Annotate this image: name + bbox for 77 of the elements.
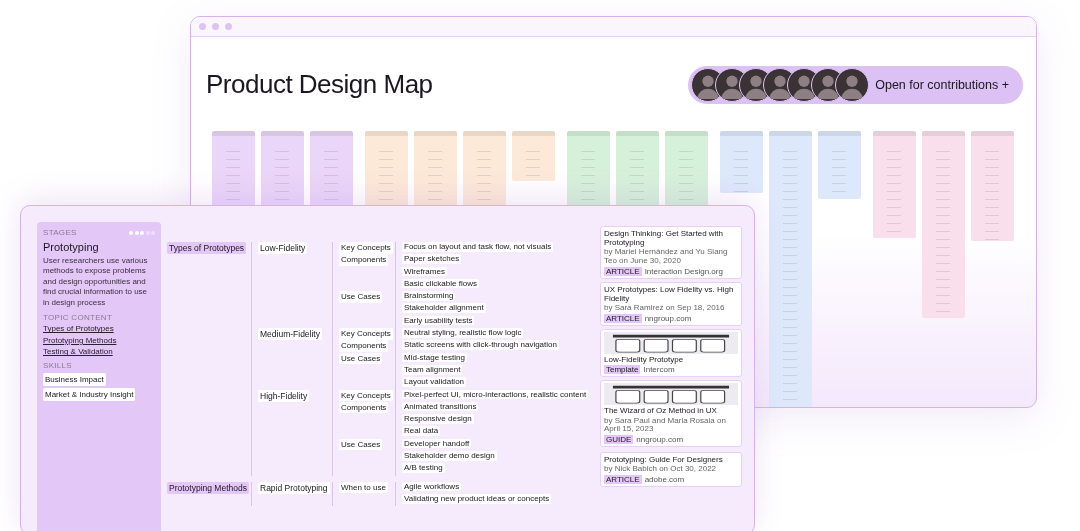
leaf-node: Responsive design: [402, 414, 474, 424]
resource-card[interactable]: Low-Fidelity Prototype Template Intercom: [600, 329, 742, 378]
resource-source: Intercom: [643, 365, 675, 375]
resource-tag: GUIDE: [604, 435, 634, 445]
card-description: User researchers use various methods to expose problems and design opportunities and find crucial information to use in design process: [43, 256, 149, 308]
resource-source: nngroup.com: [644, 314, 692, 324]
leaf-node: Stakeholder alignment: [402, 303, 486, 314]
leaf-node: A/B testing: [402, 463, 445, 473]
mindmap-node: Types of Prototypes: [167, 242, 247, 255]
mindmap-node: High-Fidelity: [258, 389, 310, 402]
resource-tag: Template: [604, 365, 641, 375]
section-label: TOPIC CONTENT: [43, 312, 114, 322]
mindmap-node: Components: [339, 340, 389, 352]
resource-title: UX Prototypes: Low Fidelity vs. High Fidelity: [604, 284, 735, 304]
resource-card[interactable]: UX Prototypes: Low Fidelity vs. High Fidelity by Sara Ramirez on Sep 18, 2016 ARTICLE nngroup.com: [600, 281, 742, 327]
leaf-node: Validating new product ideas or concepts: [402, 493, 552, 504]
resource-card[interactable]: The Wizard of Oz Method in UX by Sara Paul and Maria Rosala on April 15, 2023 GUIDE nngroup.com: [600, 380, 742, 448]
mindmap-node: Medium-Fidelity: [258, 328, 322, 341]
leaf-node: Brainstorming: [402, 291, 456, 301]
resource-byline: by Nick Babich on Oct 30, 2022: [604, 465, 718, 475]
mindmap-node: Components: [339, 254, 389, 266]
contributions-button[interactable]: Open for contributions +: [688, 65, 1023, 104]
topic-link[interactable]: Prototyping Methods: [43, 335, 155, 345]
page-title: Product Design Map: [206, 69, 433, 100]
mindmap-node: Key Concepts: [339, 328, 393, 340]
mindmap-node: Use Cases: [339, 352, 383, 365]
leaf-node: Developer handoff: [402, 438, 472, 449]
card-title: Prototyping: [43, 241, 100, 253]
topic-link[interactable]: Types of Prototypes: [43, 324, 155, 334]
resource-source: nngroup.com: [636, 435, 684, 445]
leaf-node: Layout validation: [402, 377, 467, 387]
resource-tag: ARTICLE: [604, 475, 642, 485]
leaf-node: Mid-stage testing: [402, 352, 467, 363]
resource-title: Low-Fidelity Prototype: [604, 355, 685, 365]
resource-card[interactable]: Prototyping: Guide For Designers by Nick Babich on Oct 30, 2022 ARTICLE adobe.com: [600, 452, 742, 488]
mindmap-node: Key Concepts: [339, 242, 393, 254]
mindmap-node: Rapid Prototyping: [258, 481, 330, 494]
resource-title: The Wizard of Oz Method in UX: [604, 406, 718, 416]
section-label: SKILLS: [43, 361, 73, 371]
skill-tag: Business Impact: [43, 373, 106, 387]
leaf-node: Early usability tests: [402, 315, 475, 326]
resource-card[interactable]: Design Thinking: Get Started with Prototyping by Mariel Hernández and Yu Siang Teo on June 30, 2020 ARTICLE Interaction Design.org: [600, 226, 742, 279]
resource-tag: ARTICLE: [604, 314, 642, 324]
resource-title: Prototyping: Guide For Designers: [604, 455, 724, 465]
window-dot-icon[interactable]: [225, 23, 232, 30]
leaf-node: Neutral styling, realistic flow logic: [402, 328, 524, 338]
window-dot-icon[interactable]: [199, 23, 206, 30]
leaf-node: Real data: [402, 426, 441, 437]
window-dot-icon[interactable]: [212, 23, 219, 30]
resource-byline: by Mariel Hernández and Yu Siang Teo on June 30, 2020: [604, 248, 729, 266]
leaf-node: Basic clickable flows: [402, 278, 479, 289]
resource-byline: by Sara Ramirez on Sep 18, 2016: [604, 304, 726, 314]
resource-title: Design Thinking: Get Started with Prototyping: [604, 229, 725, 248]
mindmap-node: Low-Fidelity: [258, 242, 308, 255]
resource-byline: by Sara Paul and Maria Rosala on April 15, 2023: [604, 416, 727, 435]
mindmap-node: When to use: [339, 481, 388, 494]
mindmap-node: Use Cases: [339, 438, 383, 451]
leaf-node: Paper sketches: [402, 254, 462, 264]
card-eyebrow: STAGES: [43, 228, 77, 237]
mindmap-node: Use Cases: [339, 291, 383, 303]
resource-source: adobe.com: [644, 475, 685, 485]
leaf-node: Team alignment: [402, 364, 463, 375]
mindmap-node: Key Concepts: [339, 389, 393, 402]
resource-tag: ARTICLE: [604, 266, 642, 276]
leaf-node: Animated transitions: [402, 401, 479, 412]
avatar-icon: [835, 67, 870, 102]
leaf-node: Static screens with click-through navigation: [402, 340, 559, 350]
leaf-node: Agile workflows: [402, 481, 462, 492]
topic-link[interactable]: Testing & Validation: [43, 347, 155, 357]
leaf-node: Focus on layout and task flow, not visuals: [402, 242, 554, 252]
mindmap-node: Prototyping Methods: [167, 481, 249, 494]
leaf-node: Pixel-perfect UI, micro-interactions, realistic content: [402, 389, 589, 400]
leaf-node: Wireframes: [402, 266, 447, 277]
mindmap-node: Components: [339, 401, 389, 414]
skill-tag: Market & Industry Insight: [43, 388, 136, 402]
resource-source: Interaction Design.org: [644, 266, 723, 276]
leaf-node: Stakeholder demo design: [402, 451, 497, 461]
